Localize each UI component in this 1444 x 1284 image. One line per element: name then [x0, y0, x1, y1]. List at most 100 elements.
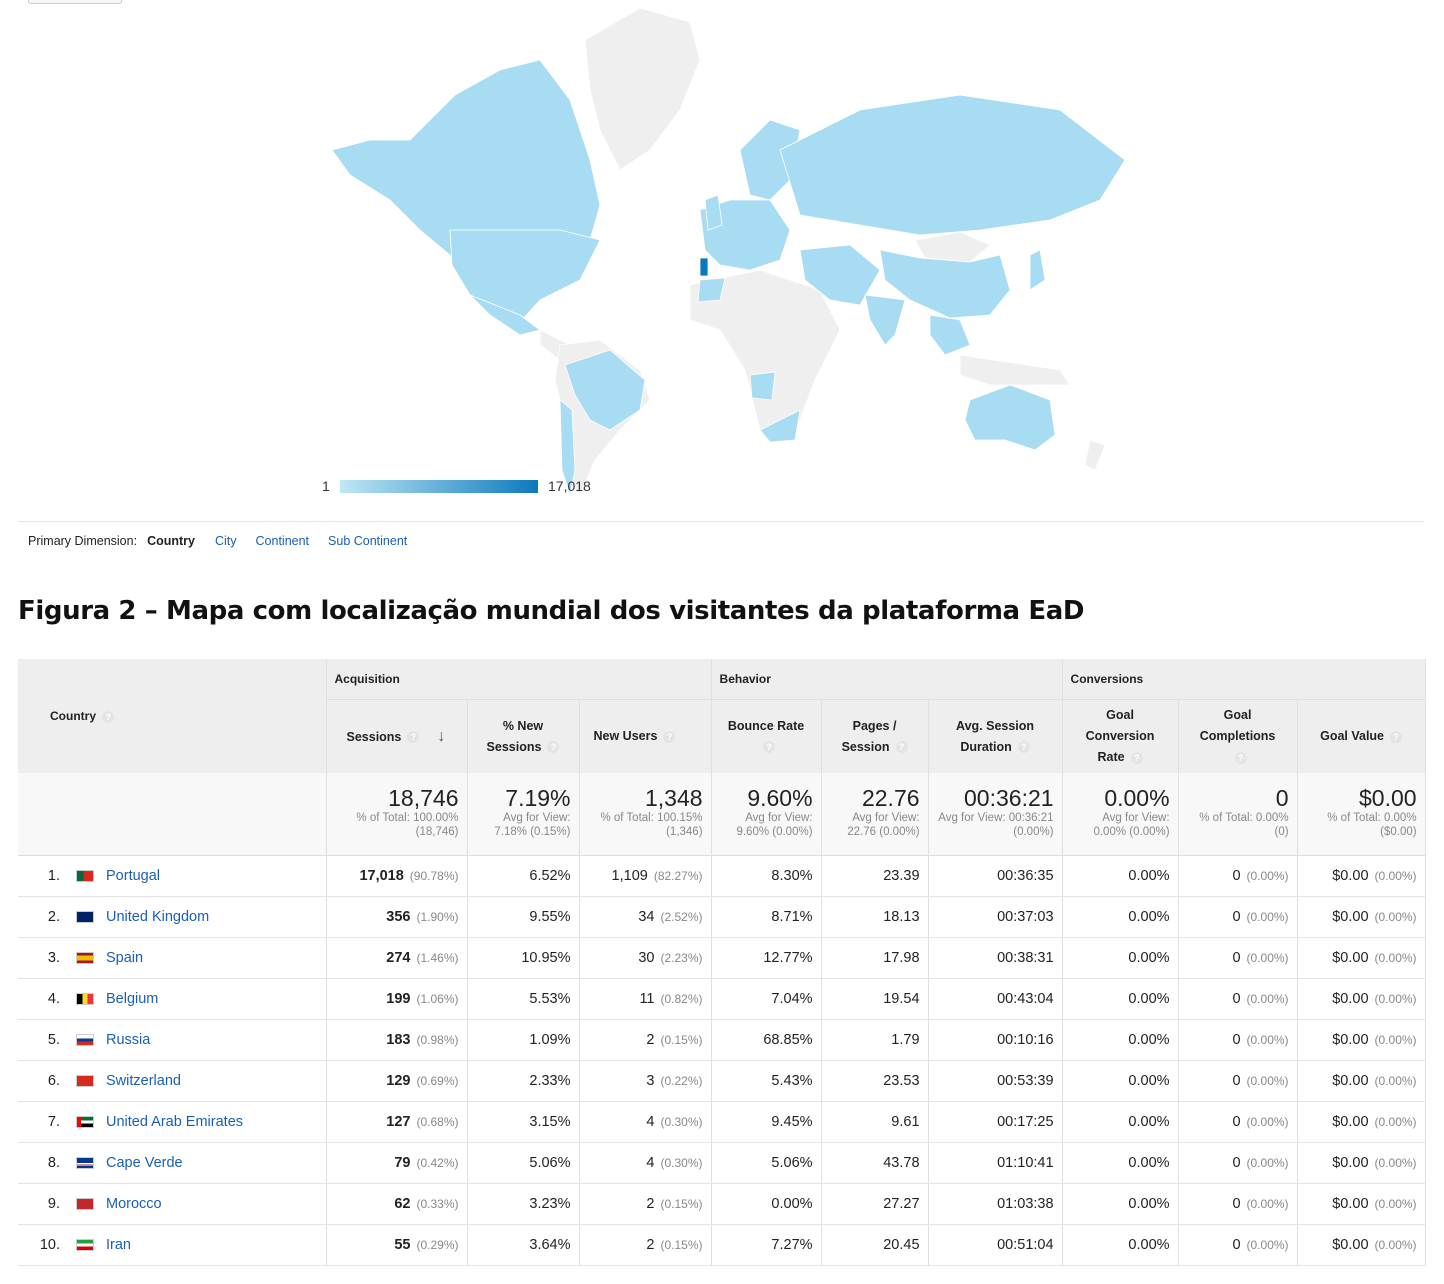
table-row[interactable]: 2. United Kingdom 356 (1.90%) 9.55% 34 (2.52%)…	[18, 896, 1426, 938]
completions-cell: 0 (0.00%)	[1178, 855, 1298, 897]
duration-cell: 00:38:31	[928, 937, 1063, 979]
totals-pages: 22.76 Avg for View: 22.76 (0.00%)	[821, 773, 929, 856]
sessions-cell: 274 (1.46%)	[326, 937, 468, 979]
help-icon[interactable]: ?	[1234, 751, 1247, 764]
new-sessions-cell: 6.52%	[467, 855, 580, 897]
bounce-rate-column-header[interactable]: Bounce Rate?	[711, 699, 822, 773]
dimension-option-sub-continent[interactable]: Sub Continent	[328, 534, 407, 548]
new-sessions-cell: 3.15%	[467, 1101, 580, 1143]
new-users-header-label: New Users	[593, 729, 658, 743]
country-column-header[interactable]: Country?	[18, 659, 327, 773]
bounce-header-label: Bounce Rate	[727, 718, 805, 733]
row-index: 10.	[39, 1237, 60, 1253]
sessions-value: 274	[386, 950, 411, 966]
country-cell: 6. Switzerland	[18, 1060, 327, 1102]
help-icon[interactable]: ?	[102, 710, 114, 723]
value-cell: $0.00 (0.00%)	[1297, 1183, 1426, 1225]
country-link[interactable]: Portugal	[106, 868, 160, 884]
country-link[interactable]: Switzerland	[106, 1073, 181, 1089]
new-users-pct: (2.23%)	[660, 951, 703, 965]
help-icon[interactable]: ?	[1130, 751, 1143, 764]
value-pct: (0.00%)	[1374, 910, 1417, 924]
pages-cell: 19.54	[821, 978, 929, 1020]
totals-bounce: 9.60% Avg for View: 9.60% (0.00%)	[711, 773, 822, 856]
new-sessions-cell: 1.09%	[467, 1019, 580, 1061]
dimension-option-city[interactable]: City	[215, 534, 237, 548]
bounce-cell: 7.04%	[711, 978, 822, 1020]
help-icon[interactable]: ?	[407, 731, 420, 744]
help-icon[interactable]: ?	[1017, 741, 1030, 754]
country-cell: 5. Russia	[18, 1019, 327, 1061]
goal-completions-column-header[interactable]: Goal Completions?	[1178, 699, 1298, 773]
table-row[interactable]: 5. Russia 183 (0.98%) 1.09% 2 (0.15%) 68.85% 1.7…	[18, 1019, 1426, 1061]
spain-flag	[76, 952, 94, 965]
country-link[interactable]: United Arab Emirates	[106, 1114, 243, 1130]
goal-value-column-header[interactable]: Goal Value?	[1297, 699, 1426, 773]
completions-cell: 0 (0.00%)	[1178, 937, 1298, 979]
table-row[interactable]: 6. Switzerland 129 (0.69%) 2.33% 3 (0.22%) 5.43…	[18, 1060, 1426, 1102]
dimension-option-continent[interactable]: Continent	[256, 534, 310, 548]
help-icon[interactable]: ?	[895, 741, 908, 754]
totals-new-sessions: 7.19% Avg for View: 7.18% (0.15%)	[467, 773, 580, 856]
country-link[interactable]: Morocco	[106, 1196, 162, 1212]
sessions-column-header[interactable]: Sessions? ↓	[326, 699, 468, 773]
totals-completions-sub: % of Total: 0.00% (0)	[1199, 812, 1289, 838]
map-region-usa	[449, 229, 601, 323]
country-link[interactable]: Belgium	[106, 991, 158, 1007]
new-users-pct: (0.15%)	[660, 1033, 703, 1047]
totals-pages-sub: Avg for View: 22.76 (0.00%)	[847, 812, 920, 838]
totals-row: 18,746% of Total: 100.00% (18,746) 7.19%…	[18, 773, 1426, 856]
table-row[interactable]: 9. Morocco 62 (0.33%) 3.23% 2 (0.15%) 0.00% 27.2…	[18, 1183, 1426, 1225]
bounce-cell: 5.43%	[711, 1060, 822, 1102]
totals-value-value: $0.00	[1359, 785, 1417, 811]
conv-rate-cell: 0.00%	[1062, 896, 1179, 938]
value-cell: $0.00 (0.00%)	[1297, 978, 1426, 1020]
goal-value: $0.00	[1332, 909, 1369, 925]
help-icon[interactable]: ?	[763, 741, 776, 754]
sessions-cell: 183 (0.98%)	[326, 1019, 468, 1061]
table-row[interactable]: 7. United Arab Emirates 127 (0.68%) 3.15% 4 (0…	[18, 1101, 1426, 1143]
help-icon[interactable]: ?	[663, 730, 676, 743]
conv-rate-cell: 0.00%	[1062, 978, 1179, 1020]
totals-new-sessions-value: 7.19%	[505, 785, 571, 811]
help-icon[interactable]: ?	[547, 741, 560, 754]
table-row[interactable]: 8. Cape Verde 79 (0.42%) 5.06% 4 (0.30%) 5.06% 4…	[18, 1142, 1426, 1184]
pages-cell: 1.79	[821, 1019, 929, 1061]
sessions-value: 129	[386, 1073, 411, 1089]
sessions-cell: 356 (1.90%)	[326, 896, 468, 938]
country-link[interactable]: Cape Verde	[106, 1155, 183, 1171]
country-link[interactable]: United Kingdom	[106, 909, 209, 925]
value-pct: (0.00%)	[1374, 1238, 1417, 1252]
help-icon[interactable]: ?	[1390, 730, 1403, 743]
table-row[interactable]: 1. Portugal 17,018 (90.78%) 6.52% 1,109 (82.27…	[18, 855, 1426, 897]
avg-duration-column-header[interactable]: Avg. Session Duration?	[928, 699, 1063, 773]
country-link[interactable]: Iran	[106, 1237, 131, 1253]
table-row[interactable]: 4. Belgium 199 (1.06%) 5.53% 11 (0.82%) 7.04% 19…	[18, 978, 1426, 1020]
completions-pct: (0.00%)	[1246, 992, 1289, 1006]
totals-new-users-value: 1,348	[644, 785, 703, 811]
sessions-cell: 79 (0.42%)	[326, 1142, 468, 1184]
totals-conv-rate-sub: Avg for View: 0.00% (0.00%)	[1093, 812, 1170, 838]
belgium-flag	[76, 993, 94, 1006]
row-index: 1.	[47, 868, 60, 884]
sort-desc-icon[interactable]: ↓	[437, 728, 445, 745]
country-link[interactable]: Spain	[106, 950, 143, 966]
completions-pct: (0.00%)	[1246, 951, 1289, 965]
new-users-pct: (0.15%)	[660, 1197, 703, 1211]
new-sessions-column-header[interactable]: % New Sessions?	[467, 699, 580, 773]
country-link[interactable]: Russia	[106, 1032, 150, 1048]
group-acquisition: Acquisition	[326, 659, 712, 700]
divider	[18, 521, 1424, 522]
goal-conversion-rate-column-header[interactable]: Goal Conversion Rate?	[1062, 699, 1179, 773]
pages-session-column-header[interactable]: Pages / Session?	[821, 699, 929, 773]
table-row[interactable]: 10. Iran 55 (0.29%) 3.64% 2 (0.15%) 7.27% 20.45 0…	[18, 1224, 1426, 1266]
new-users-column-header[interactable]: New Users?	[579, 699, 712, 773]
totals-value-sub: % of Total: 0.00% ($0.00)	[1327, 812, 1417, 838]
new-users-pct: (0.82%)	[660, 992, 703, 1006]
cape-verde-flag	[76, 1157, 94, 1170]
sessions-pct: (90.78%)	[409, 869, 459, 883]
table-row[interactable]: 3. Spain 274 (1.46%) 10.95% 30 (2.23%) 12.77% 17…	[18, 937, 1426, 979]
map-region-greenland	[584, 7, 701, 171]
new-users-cell: 34 (2.52%)	[579, 896, 712, 938]
completions-pct: (0.00%)	[1246, 1156, 1289, 1170]
